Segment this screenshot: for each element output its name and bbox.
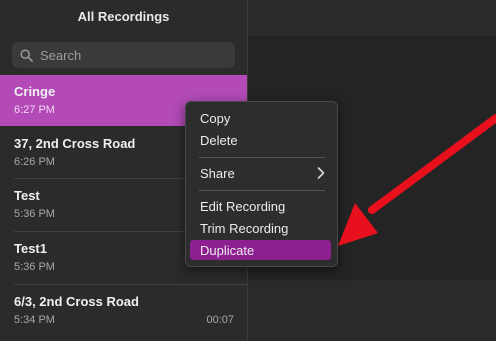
red-arrow-annotation — [338, 114, 496, 246]
